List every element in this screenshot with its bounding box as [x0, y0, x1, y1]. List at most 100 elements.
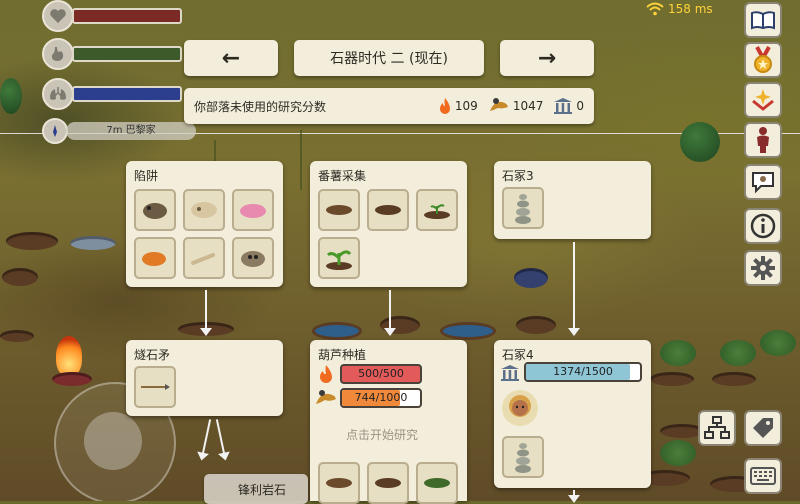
character-button[interactable]	[744, 122, 782, 158]
boar-icon	[143, 203, 167, 219]
breath-fill	[74, 88, 180, 100]
health-stat	[42, 0, 182, 32]
person-icon	[757, 127, 769, 153]
wifi-icon	[646, 2, 664, 16]
tree-diagram-icon	[704, 416, 730, 439]
speech-bubble-icon	[752, 172, 774, 194]
crop-plant	[660, 340, 696, 366]
berry-bowl	[514, 268, 548, 288]
book-icon	[751, 11, 775, 30]
stone-cairn-icon	[515, 194, 531, 224]
info-icon	[750, 213, 776, 239]
fire-points-value: 109	[454, 99, 478, 113]
knowledge-points-value: 0	[576, 99, 584, 113]
bush	[680, 122, 720, 162]
tech-card-flint-spear[interactable]: 燧石矛	[126, 340, 283, 416]
skills-button[interactable]	[744, 82, 782, 118]
ping-value: 158 ms	[668, 2, 713, 16]
cairn-item-slot[interactable]	[502, 187, 544, 229]
breath-stat	[42, 78, 182, 110]
prev-era-button[interactable]: ←	[184, 40, 278, 76]
next-era-button[interactable]: →	[500, 40, 594, 76]
crop-mound	[712, 372, 756, 386]
crop-plant	[660, 440, 696, 466]
info-button[interactable]	[744, 208, 782, 244]
knowledge-progress-text: 1374/1500	[553, 365, 613, 378]
trap-item-slot[interactable]	[183, 189, 225, 231]
tag-button[interactable]	[744, 410, 782, 446]
fire-progress-bar: 500/500	[340, 364, 422, 384]
distance-text: 7m 巴黎家	[66, 122, 196, 140]
crop-plant	[760, 330, 796, 356]
tree-trunk	[300, 130, 302, 190]
tech-card-title: 石冢3	[502, 169, 534, 183]
research-points-label: 你部落未使用的研究分数	[194, 99, 327, 114]
dirt-mound-icon	[375, 205, 401, 215]
clay-pot	[2, 268, 38, 286]
yam-item-slot[interactable]	[318, 189, 360, 231]
cairn-item-slot[interactable]	[502, 436, 544, 478]
tech-card-trap[interactable]: 陷阱	[126, 161, 283, 287]
spear-item-slot[interactable]	[134, 366, 176, 408]
crop-plant	[720, 340, 756, 366]
dirt-mound	[6, 232, 58, 250]
trap-item-slot[interactable]	[232, 237, 274, 279]
era-title: 石器时代 二 (现在)	[294, 40, 484, 76]
connector-arrow	[568, 242, 580, 336]
tech-card-title: 石冢4	[502, 348, 534, 362]
connector-arrow	[568, 490, 580, 503]
bush	[0, 78, 22, 114]
trap-item-slot[interactable]	[134, 237, 176, 279]
trap-item-slot[interactable]	[183, 237, 225, 279]
settings-button[interactable]	[744, 250, 782, 286]
yam-item-slot[interactable]	[318, 237, 360, 279]
campfire	[56, 336, 82, 376]
health-fill	[74, 10, 180, 22]
keyboard-icon	[750, 467, 776, 485]
tech-card-cairn-3[interactable]: 石冢3	[494, 161, 651, 239]
tag-icon	[753, 418, 773, 438]
fish-item	[70, 236, 116, 250]
water-pool	[440, 322, 496, 340]
yam-item-slot[interactable]	[416, 189, 458, 231]
bone-icon	[191, 253, 215, 265]
water-pool	[312, 322, 362, 340]
hunger-fill	[74, 48, 180, 60]
hunger-stat	[42, 38, 182, 70]
heart-icon	[42, 0, 74, 32]
dirt-mound-icon	[375, 478, 401, 488]
gear-icon	[751, 256, 775, 280]
distance-indicator: 7m 巴黎家	[42, 118, 196, 144]
tech-card-gourd-planting[interactable]: 葫芦种植 500/500 744/1000 点击开始研究	[310, 340, 467, 504]
food-icon	[489, 98, 508, 111]
chat-button[interactable]	[744, 164, 782, 200]
gourd-item-slot[interactable]	[367, 462, 409, 504]
compass-icon	[42, 118, 68, 144]
joystick-knob[interactable]	[84, 412, 142, 470]
book-button[interactable]	[744, 2, 782, 38]
sharp-rock-label: 锋利岩石	[204, 474, 308, 504]
clay-pot	[516, 316, 556, 334]
gourd-item-slot[interactable]	[318, 462, 360, 504]
trap-item-slot[interactable]	[232, 189, 274, 231]
keyboard-button[interactable]	[744, 458, 782, 494]
temple-icon	[554, 98, 573, 114]
food-progress-text: 744/1000	[354, 391, 408, 404]
food-points: 1047	[488, 97, 543, 115]
connector-arrow	[384, 290, 396, 336]
skill-sparkle-icon	[752, 89, 774, 111]
campfire-base	[52, 372, 92, 386]
tech-tree-button[interactable]	[698, 410, 736, 446]
fox-icon	[142, 252, 166, 266]
tech-card-yam-gathering[interactable]: 番薯采集	[310, 161, 467, 287]
sloth-icon	[241, 251, 265, 267]
tech-card-cairn-4[interactable]: 石冢4 1374/1500	[494, 340, 651, 488]
yam-item-slot[interactable]	[367, 189, 409, 231]
seeded-mound-icon	[424, 478, 450, 488]
player-avatar	[502, 390, 538, 426]
crop-mound	[650, 372, 694, 386]
gourd-item-slot[interactable]	[416, 462, 458, 504]
achievements-button[interactable]	[744, 42, 782, 78]
stone-cairn-icon	[515, 443, 531, 473]
trap-item-slot[interactable]	[134, 189, 176, 231]
